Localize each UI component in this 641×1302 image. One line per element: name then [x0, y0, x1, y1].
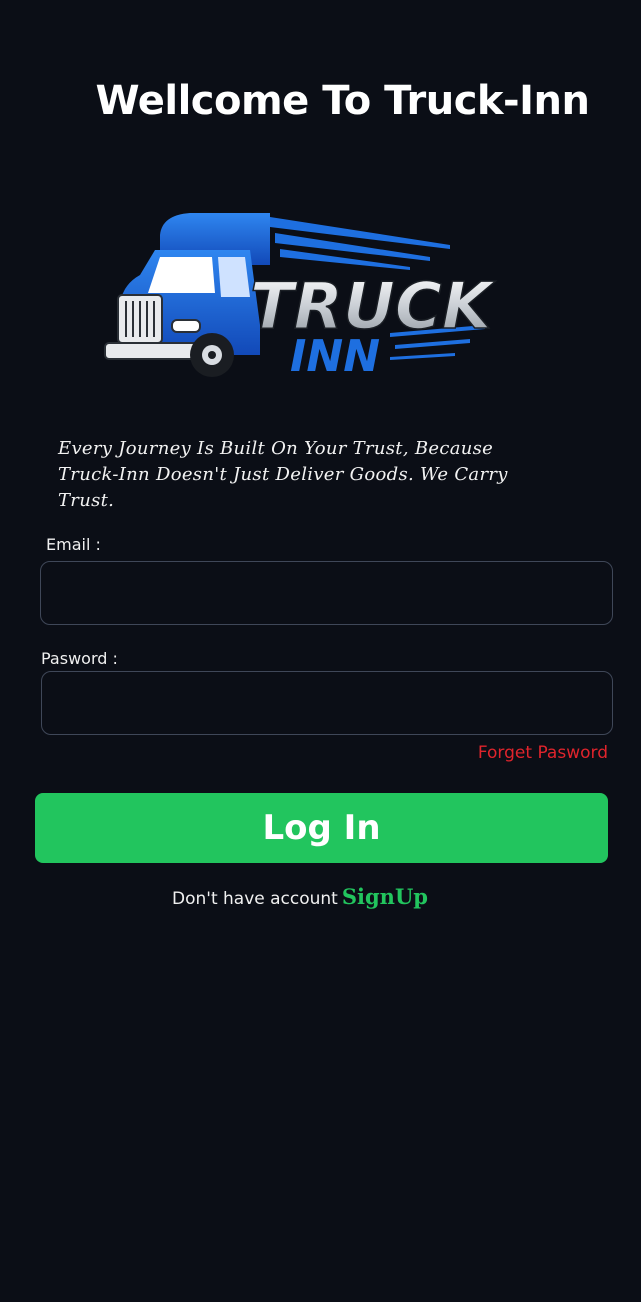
email-label: Email :: [46, 535, 101, 554]
email-field[interactable]: [40, 561, 613, 625]
signup-link[interactable]: SignUp: [342, 884, 428, 909]
forgot-password-link[interactable]: Forget Pasword: [478, 743, 608, 763]
password-label: Pasword :: [41, 649, 118, 668]
signup-prompt: Don't have account: [172, 889, 338, 909]
page-title: Wellcome To Truck-Inn: [95, 78, 590, 124]
logo-word-inn: INN: [290, 331, 380, 382]
tagline: Every Journey Is Built On Your Trust, Be…: [58, 438, 508, 511]
password-field[interactable]: [41, 671, 613, 735]
login-button[interactable]: Log In: [35, 793, 608, 863]
truck-inn-logo: TRUCK INN: [104, 213, 497, 382]
signup-row: Don't have account SignUp: [172, 884, 428, 909]
